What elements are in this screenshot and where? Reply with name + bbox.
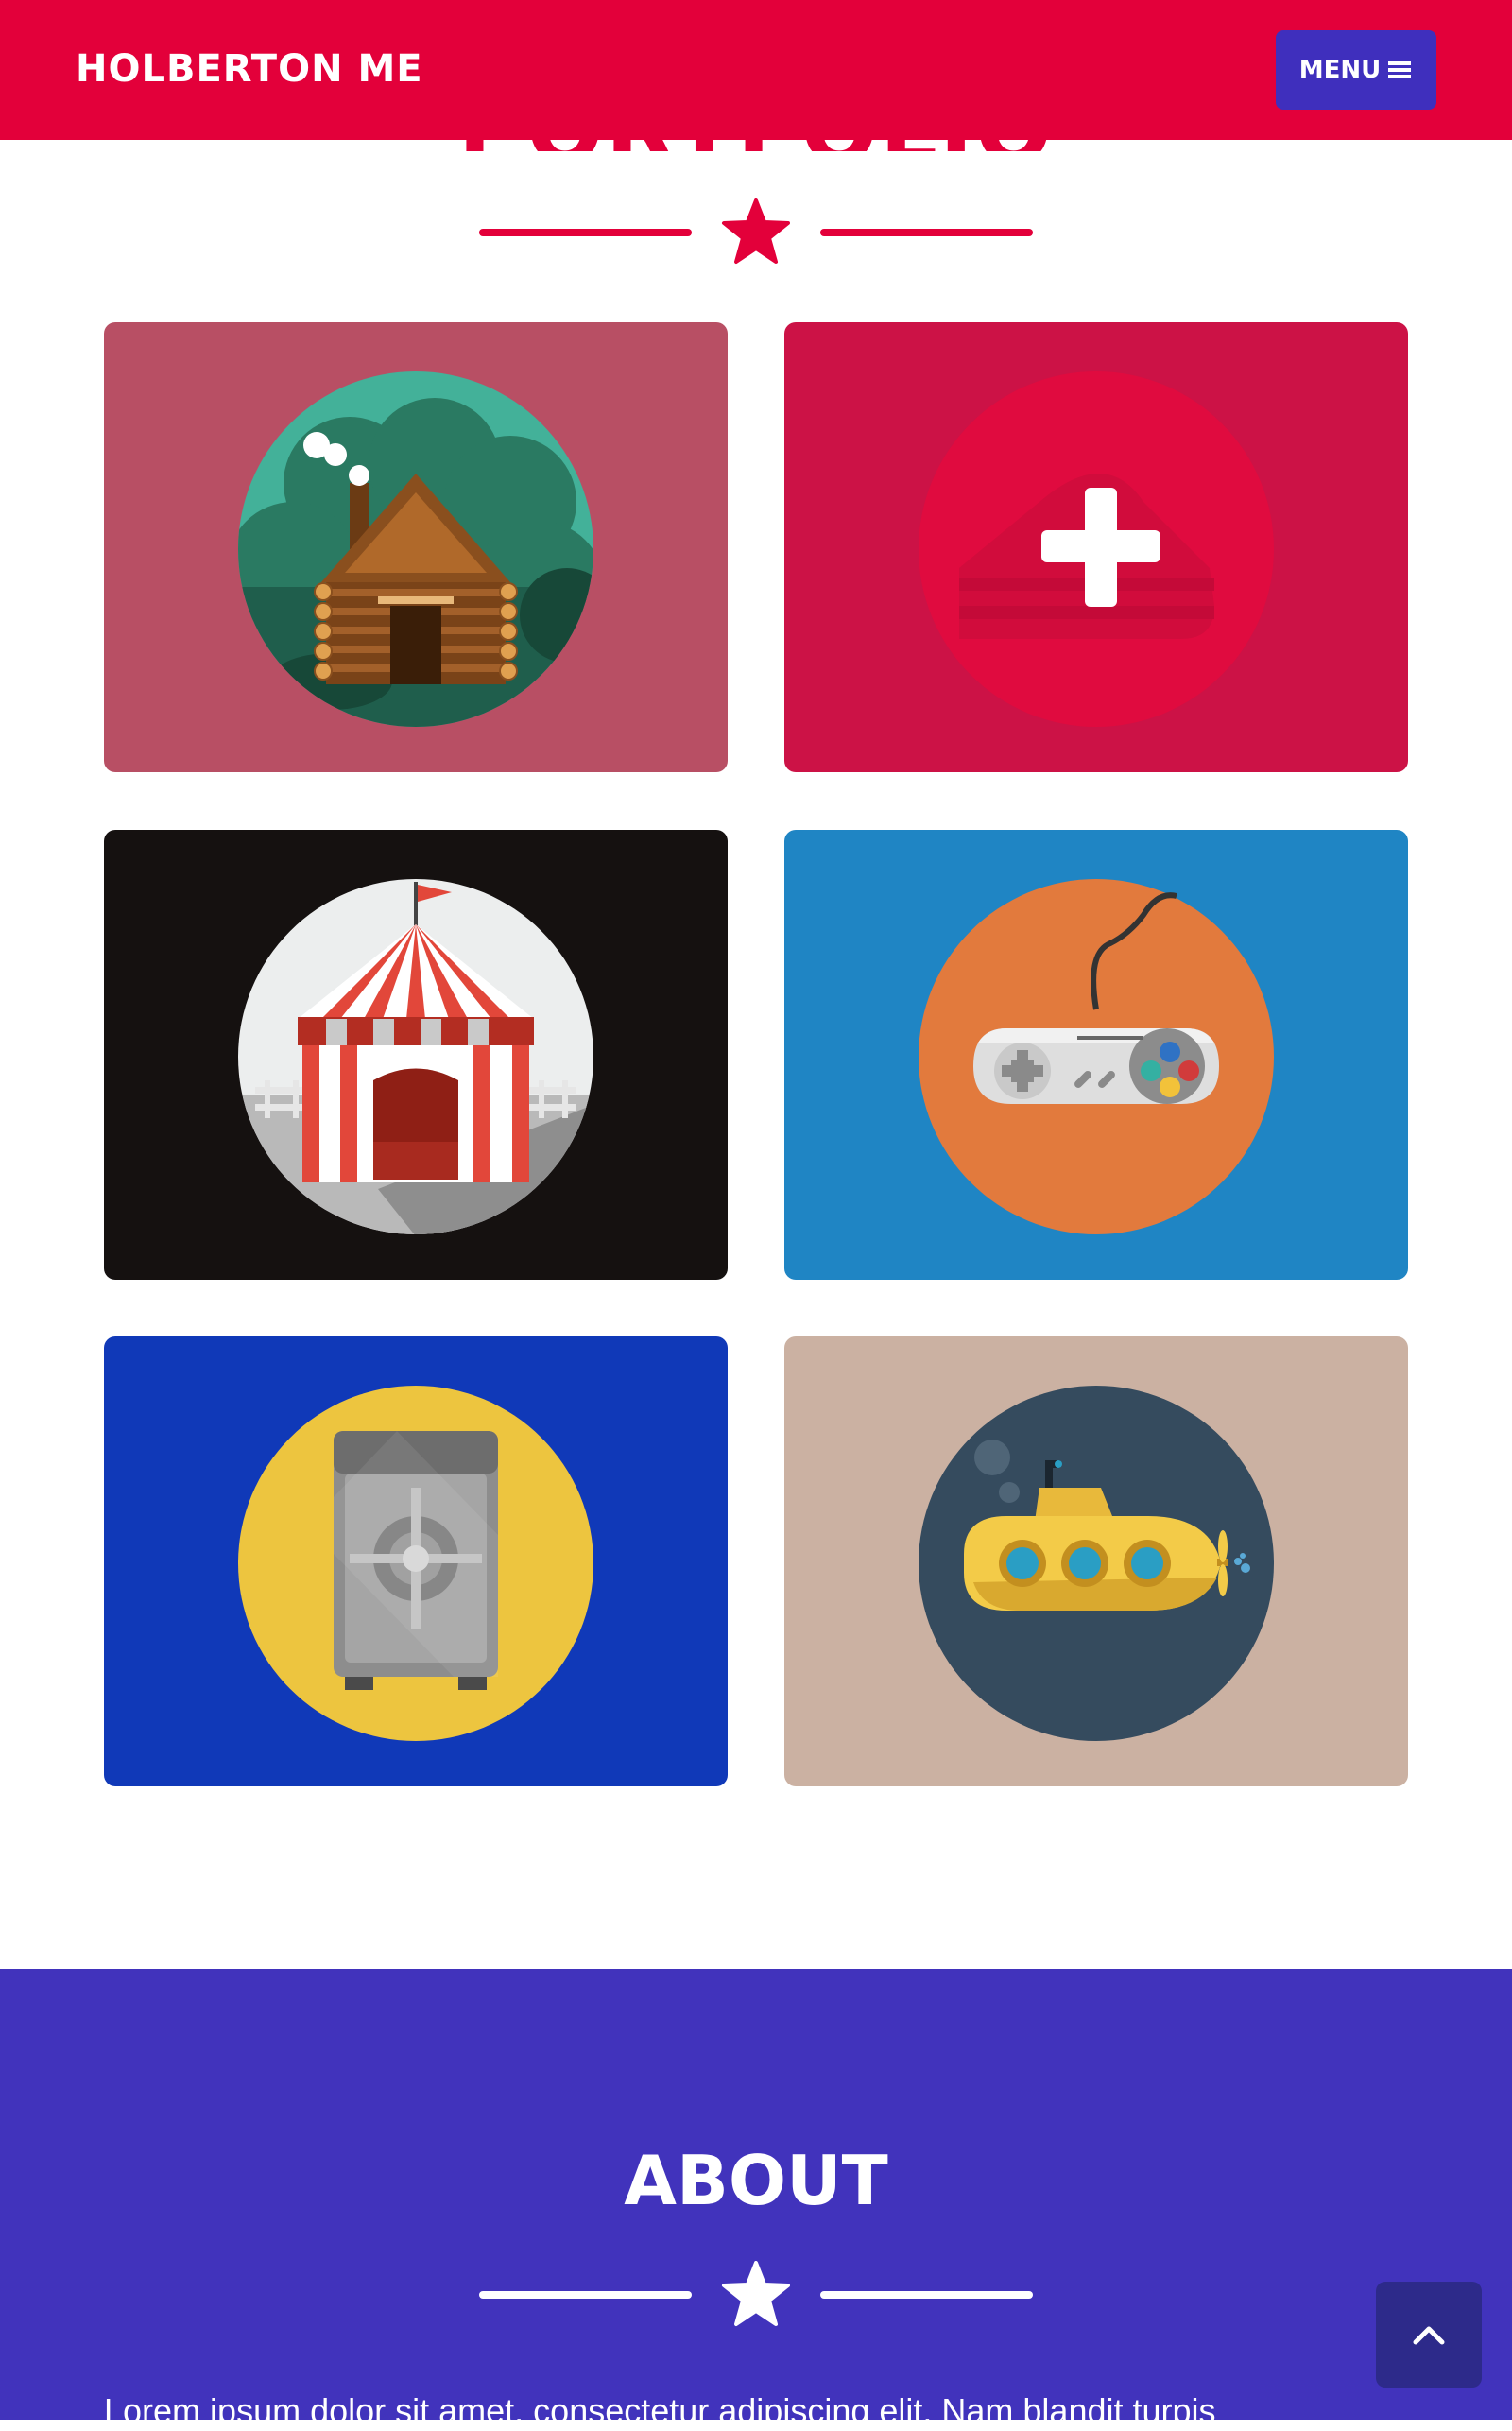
divider-line-left [479, 2291, 692, 2299]
menu-label: MENU [1298, 56, 1382, 84]
hamburger-icon [1388, 61, 1412, 78]
divider-line-right [820, 2291, 1033, 2299]
about-title: ABOUT [624, 2141, 888, 2220]
portfolio-item-controller[interactable] [784, 830, 1408, 1280]
navbar: HOLBERTON ME MENU [0, 0, 1512, 140]
portfolio-item-cabin[interactable] [104, 322, 728, 772]
star-icon [722, 2261, 790, 2326]
cabin-icon [238, 371, 593, 727]
brand-link[interactable]: HOLBERTON ME [76, 47, 423, 91]
about-text: Lorem ipsum dolor sit amet, consectetur … [104, 2391, 1216, 2430]
divider-line-left [479, 229, 692, 236]
portfolio-item-submarine[interactable] [784, 1336, 1408, 1786]
circus-tent-icon [238, 879, 593, 1234]
cake-icon [919, 371, 1274, 727]
game-controller-icon [919, 879, 1274, 1234]
submarine-icon [919, 1386, 1274, 1741]
divider-line-right [820, 229, 1033, 236]
chevron-up-icon [1413, 2326, 1445, 2345]
menu-button[interactable]: MENU [1276, 30, 1436, 110]
safe-icon [238, 1386, 593, 1741]
portfolio-item-cake[interactable] [784, 322, 1408, 772]
portfolio-item-circus[interactable] [104, 830, 728, 1280]
scroll-top-button[interactable] [1376, 2282, 1482, 2388]
about-divider [0, 2261, 1512, 2327]
portfolio-item-safe[interactable] [104, 1336, 728, 1786]
star-icon [722, 198, 790, 264]
portfolio-divider [0, 198, 1512, 265]
